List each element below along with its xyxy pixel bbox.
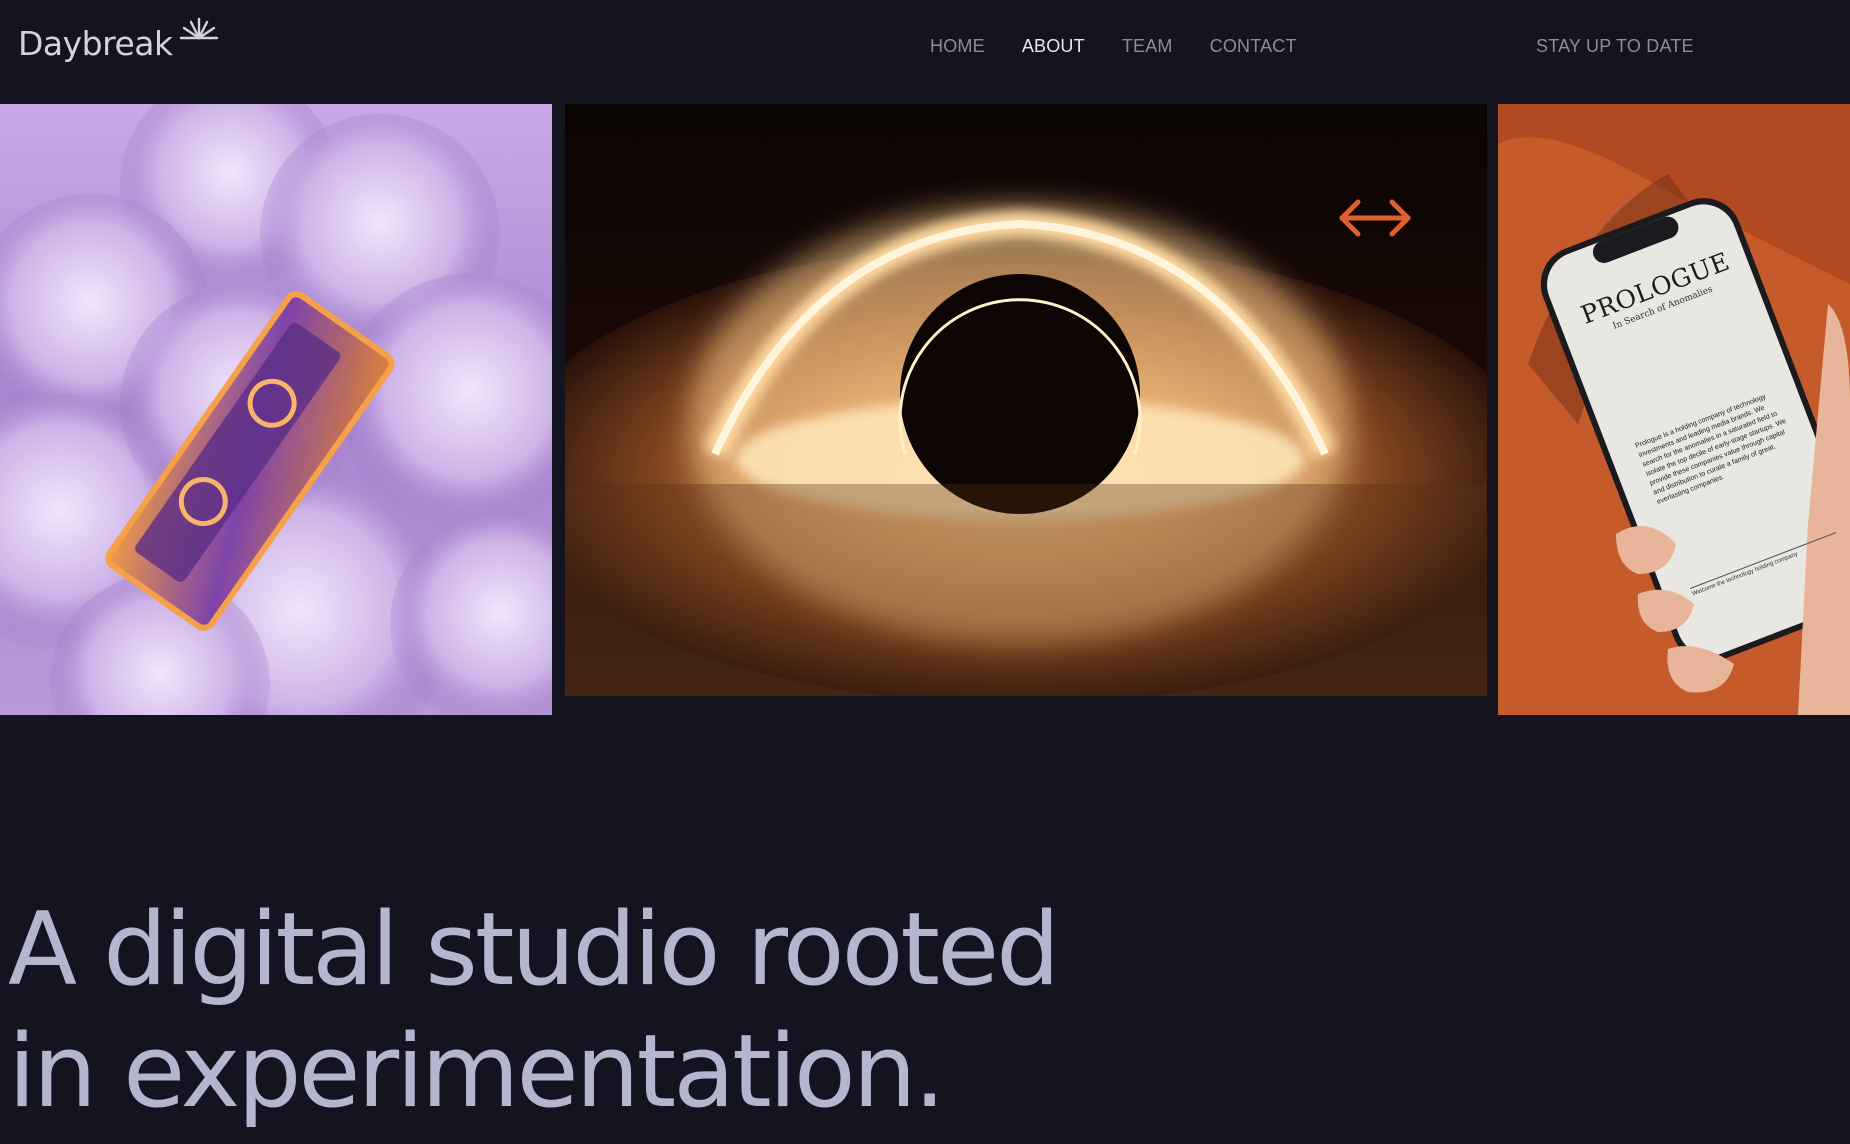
gallery-image-cassette xyxy=(0,104,552,715)
double-arrow-icon[interactable] xyxy=(1336,196,1414,240)
phone-footer-text: Welcome the technology holding company xyxy=(1690,532,1840,598)
stay-up-to-date-link[interactable]: STAY UP TO DATE xyxy=(1536,36,1694,57)
nav-item-about[interactable]: ABOUT xyxy=(1022,36,1085,57)
gallery-image-prologue-phone: PROLOGUE In Search of Anomalies Prologue… xyxy=(1498,104,1850,715)
phone-body-text: Prologue is a holding company of technol… xyxy=(1634,393,1788,506)
image-gallery[interactable]: PROLOGUE In Search of Anomalies Prologue… xyxy=(0,104,1850,716)
hero-headline-line-2: in experimentation. xyxy=(8,1012,946,1130)
main-nav: HOME ABOUT TEAM CONTACT xyxy=(930,36,1297,57)
hero-headline-line-1: A digital studio rooted xyxy=(8,890,1060,1008)
brand-name: Daybreak xyxy=(18,24,173,63)
brand-logo[interactable]: Daybreak xyxy=(18,14,221,74)
nav-item-contact[interactable]: CONTACT xyxy=(1210,36,1297,57)
sunrise-rays-icon xyxy=(177,16,221,49)
hero-headline: A digital studio rooted in experimentati… xyxy=(8,888,1060,1132)
nav-item-home[interactable]: HOME xyxy=(930,36,985,57)
gallery-image-black-hole xyxy=(565,104,1487,696)
nav-item-team[interactable]: TEAM xyxy=(1122,36,1173,57)
